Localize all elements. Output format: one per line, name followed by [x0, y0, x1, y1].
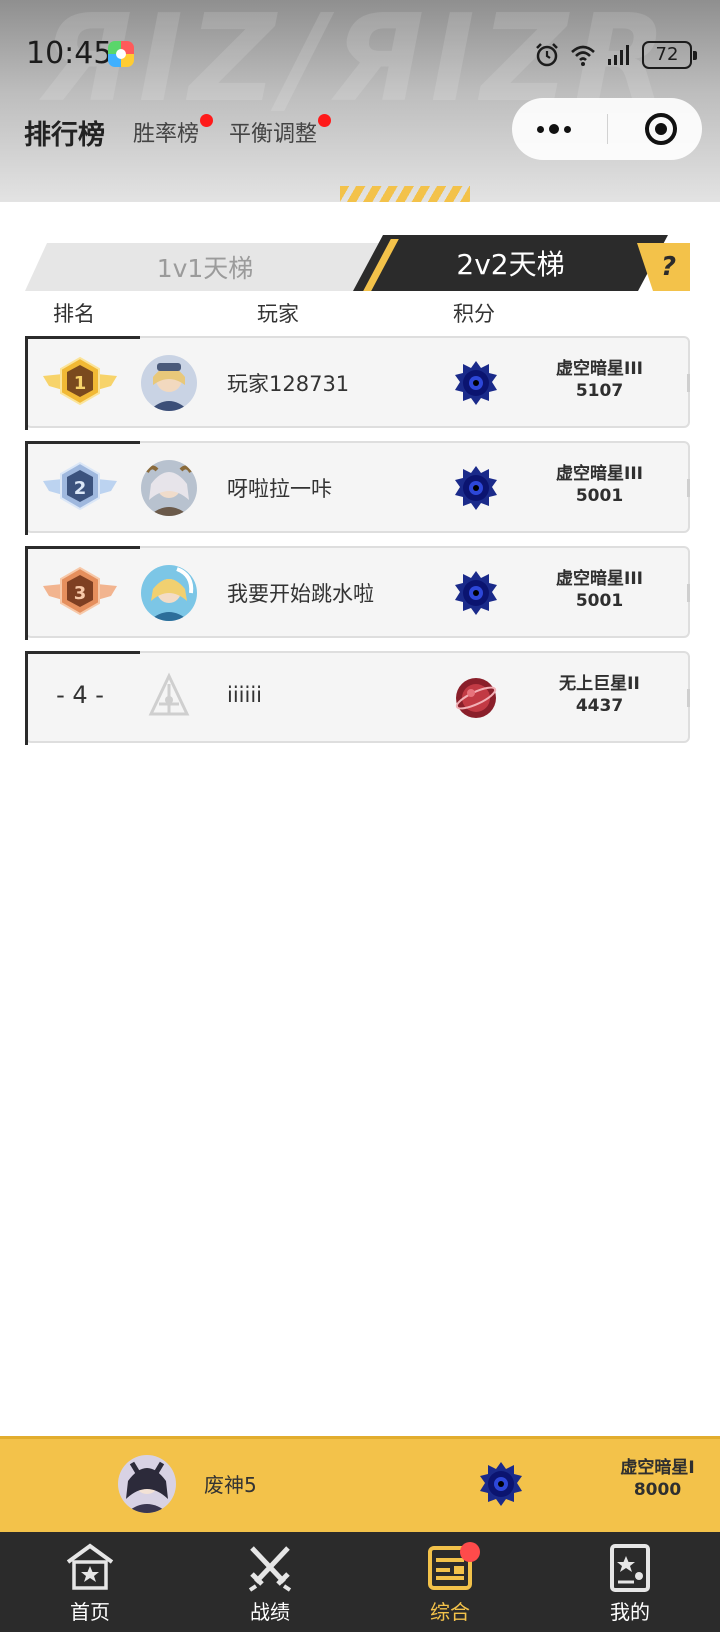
nav-notification-badge — [460, 1542, 480, 1562]
nav-label-records: 战绩 — [250, 1600, 290, 1624]
silver-rank-badge-icon: 2 — [43, 461, 117, 511]
signal-icon — [608, 45, 629, 65]
void-star-icon — [455, 466, 497, 510]
nav-item-overview[interactable]: 综合 — [360, 1532, 540, 1632]
status-bar: 10:45 72 — [0, 0, 720, 110]
row-edge-tab — [687, 689, 690, 707]
ladder-tabs: 1v1天梯 2v2天梯 ? — [25, 235, 690, 291]
my-tier-score: 虚空暗星I 8000 — [590, 1457, 720, 1501]
my-tier-name: 虚空暗星I — [620, 1458, 695, 1478]
tier-name: 虚空暗星III — [556, 464, 643, 484]
red-giant-star-icon — [455, 678, 497, 718]
leaderboard-row[interactable]: 2 呀啦拉一咔 虚空暗星III 5001 — [25, 441, 690, 535]
my-avatar[interactable] — [118, 1455, 176, 1513]
column-header-rank: 排名 — [53, 302, 95, 326]
header-edge — [0, 202, 720, 205]
tier-name: 虚空暗星III — [556, 359, 643, 379]
rank-badge-number: 3 — [74, 583, 87, 604]
score-value: 4437 — [575, 696, 624, 716]
tab-1v1-ladder[interactable]: 1v1天梯 — [25, 243, 385, 291]
header: ЯIZ/ЯIZR 10:45 72 排行榜 胜率榜 平衡调整 — [0, 0, 720, 205]
tier-score: 虚空暗星III 5107 — [532, 358, 667, 402]
void-star-icon — [480, 1462, 522, 1506]
mini-program-capsule — [512, 98, 702, 160]
void-star-icon — [455, 571, 497, 615]
win-rate-link-label: 胜率榜 — [133, 122, 200, 147]
status-icons: 72 — [534, 40, 697, 70]
rank-badge-number: 1 — [74, 373, 87, 394]
tier-name: 虚空暗星III — [556, 569, 643, 589]
capsule-divider — [606, 114, 608, 144]
nav-item-records[interactable]: 战绩 — [180, 1532, 360, 1632]
score-value: 5001 — [575, 486, 624, 506]
swords-icon — [248, 1546, 292, 1592]
row-edge-tab — [687, 479, 690, 497]
avatar[interactable] — [141, 460, 197, 516]
player-name: 呀啦拉一咔 — [227, 477, 332, 501]
app-logo-icon — [108, 41, 134, 67]
avatar[interactable] — [141, 565, 197, 621]
bottom-nav: 首页 战绩 综合 我的 — [0, 1532, 720, 1632]
rank-badge-number: 2 — [74, 478, 87, 499]
nav-item-home[interactable]: 首页 — [0, 1532, 180, 1632]
close-target-icon[interactable] — [644, 113, 677, 145]
row-edge-tab — [687, 584, 690, 602]
tier-score: 虚空暗星III 5001 — [532, 463, 667, 507]
tier-score: 无上巨星II 4437 — [532, 673, 667, 717]
more-icon[interactable] — [524, 124, 584, 134]
leaderboard-row[interactable]: 3 我要开始跳水啦 虚空暗星III 5001 — [25, 546, 690, 640]
score-value: 5001 — [575, 591, 624, 611]
battery-icon: 72 — [642, 41, 697, 69]
leaderboard-row[interactable]: 1 玩家128731 虚空暗星III 5107 — [25, 336, 690, 430]
alarm-icon — [536, 43, 558, 67]
balance-adjust-link[interactable]: 平衡调整 — [229, 114, 332, 148]
default-avatar[interactable] — [141, 670, 197, 726]
bronze-rank-badge-icon: 3 — [43, 566, 117, 616]
notification-dot — [200, 114, 214, 127]
avatar[interactable] — [141, 355, 197, 411]
column-headers: 排名 玩家 积分 — [25, 298, 690, 328]
leaderboard-list: 1 玩家128731 虚空暗星III 5107 2 呀啦拉一咔 虚空暗星III … — [25, 336, 690, 756]
player-name: 玩家128731 — [227, 372, 350, 396]
wifi-icon — [571, 45, 595, 66]
my-rank-bar[interactable]: 废神5 虚空暗星I 8000 — [0, 1436, 720, 1532]
void-star-icon — [455, 361, 497, 405]
leaderboard-row[interactable]: - 4 - iiiiii 无上巨星II 4437 — [25, 651, 690, 745]
column-header-player: 玩家 — [257, 302, 299, 326]
nav-label-overview: 综合 — [430, 1600, 470, 1624]
notification-dot — [318, 114, 332, 127]
tier-score: 虚空暗星III 5001 — [532, 568, 667, 612]
nav-item-mine[interactable]: 我的 — [540, 1532, 720, 1632]
score-value: 5107 — [575, 381, 624, 401]
nav-label-home: 首页 — [70, 1600, 110, 1624]
my-player-name: 废神5 — [204, 1473, 257, 1497]
win-rate-link[interactable]: 胜率榜 — [133, 114, 214, 148]
home-icon — [66, 1543, 114, 1590]
row-edge-tab — [687, 374, 690, 392]
player-name: iiiiii — [227, 683, 263, 707]
balance-adjust-link-label: 平衡调整 — [229, 122, 318, 147]
column-header-score: 积分 — [453, 302, 495, 326]
my-score-value: 8000 — [633, 1480, 682, 1500]
rank-number: - 4 - — [56, 681, 104, 709]
tier-name: 无上巨星II — [559, 674, 640, 694]
gold-rank-badge-icon: 1 — [43, 356, 117, 406]
tab-2v2-ladder[interactable]: 2v2天梯 — [353, 235, 668, 291]
profile-card-icon — [610, 1544, 650, 1592]
title-row: 排行榜 胜率榜 平衡调整 — [24, 110, 347, 154]
status-time: 10:45 — [26, 36, 113, 71]
player-name: 我要开始跳水啦 — [227, 582, 374, 606]
page-title: 排行榜 — [24, 119, 105, 151]
nav-label-mine: 我的 — [610, 1600, 650, 1624]
